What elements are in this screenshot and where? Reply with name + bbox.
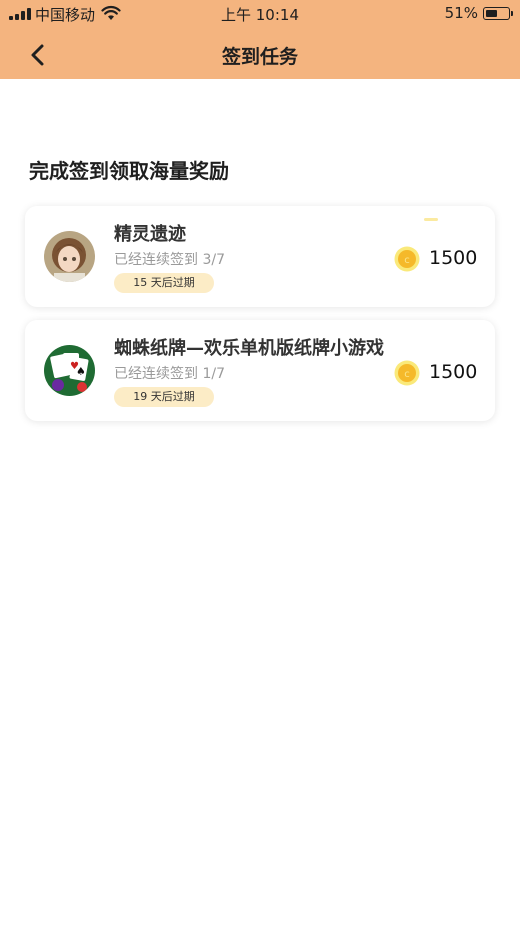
section-title: 完成签到领取海量奖励 xyxy=(29,159,229,183)
task-card[interactable]: 精灵遗迹 已经连续签到 3/7 15 天后过期 c 1500 xyxy=(25,206,495,307)
clock-time: 上午 10:14 xyxy=(221,6,299,24)
game-avatar: ♥ ♠ xyxy=(44,345,95,396)
svg-text:c: c xyxy=(404,369,410,380)
game-name: 蜘蛛纸牌—欢乐单机版纸牌小游戏 xyxy=(114,338,384,359)
game-avatar xyxy=(44,231,95,282)
coin-icon: c xyxy=(394,246,420,272)
reward-amount: 1500 xyxy=(429,247,478,269)
header-bar: 中国移动 上午 10:14 51% 签到任务 xyxy=(0,0,520,79)
expire-badge: 19 天后过期 xyxy=(114,387,214,407)
svg-text:c: c xyxy=(404,255,410,266)
sparkle-decoration xyxy=(424,218,438,221)
task-card[interactable]: ♥ ♠ 蜘蛛纸牌—欢乐单机版纸牌小游戏 已经连续签到 1/7 19 天后过期 c… xyxy=(25,320,495,421)
status-bar: 中国移动 上午 10:14 51% xyxy=(0,0,520,28)
signin-progress: 已经连续签到 1/7 xyxy=(114,366,225,382)
battery-icon xyxy=(483,7,513,20)
signin-progress: 已经连续签到 3/7 xyxy=(114,252,225,268)
battery-percentage: 51% xyxy=(444,4,478,22)
expire-badge: 15 天后过期 xyxy=(114,273,214,293)
page-title: 签到任务 xyxy=(221,46,298,68)
reward-amount: 1500 xyxy=(429,361,478,383)
coin-icon: c xyxy=(394,360,420,386)
svg-text:♠: ♠ xyxy=(76,365,86,378)
game-name: 精灵遗迹 xyxy=(114,224,186,245)
